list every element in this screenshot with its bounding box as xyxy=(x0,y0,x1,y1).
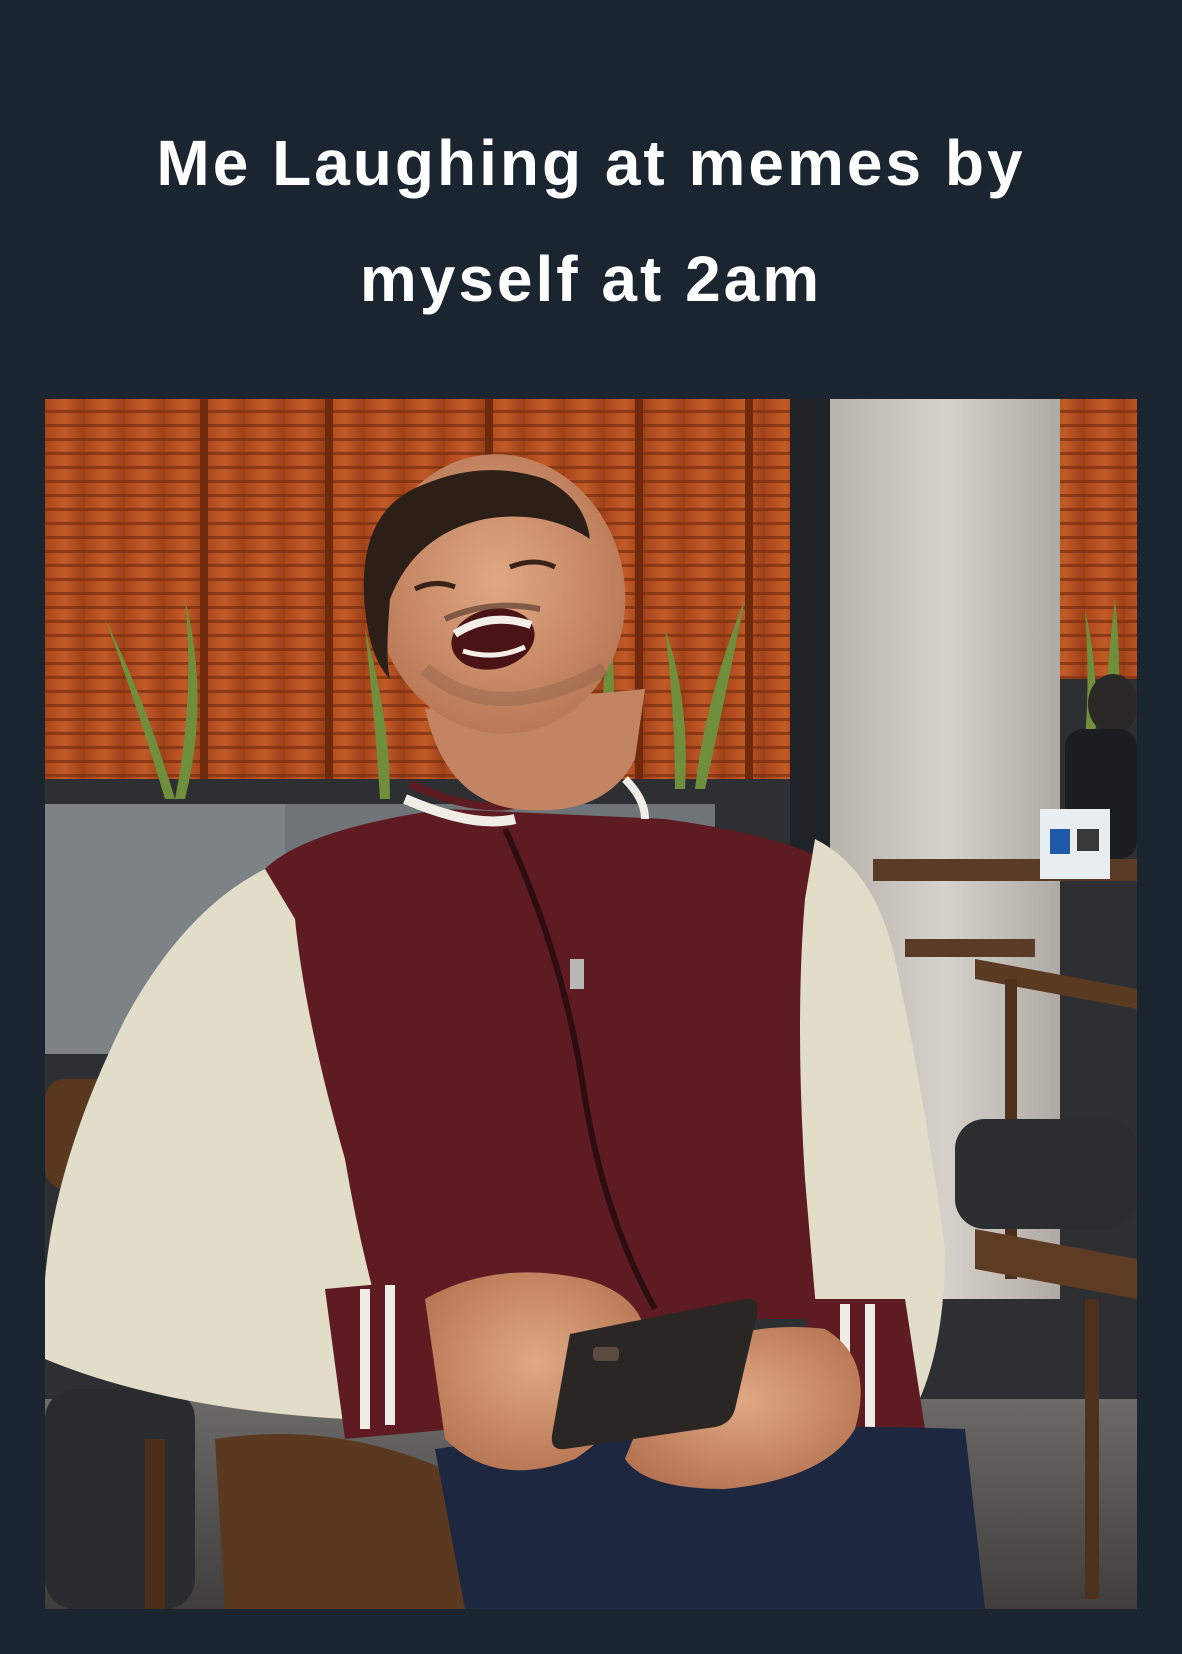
meme-caption: Me Laughing at memes by myself at 2am xyxy=(30,105,1152,337)
caption-line-1: Me Laughing at memes by xyxy=(156,127,1026,199)
meme-card: Me Laughing at memes by myself at 2am xyxy=(0,0,1182,1654)
photo-illustration xyxy=(45,399,1137,1609)
caption-line-2: myself at 2am xyxy=(359,243,823,315)
meme-photo xyxy=(45,399,1137,1609)
